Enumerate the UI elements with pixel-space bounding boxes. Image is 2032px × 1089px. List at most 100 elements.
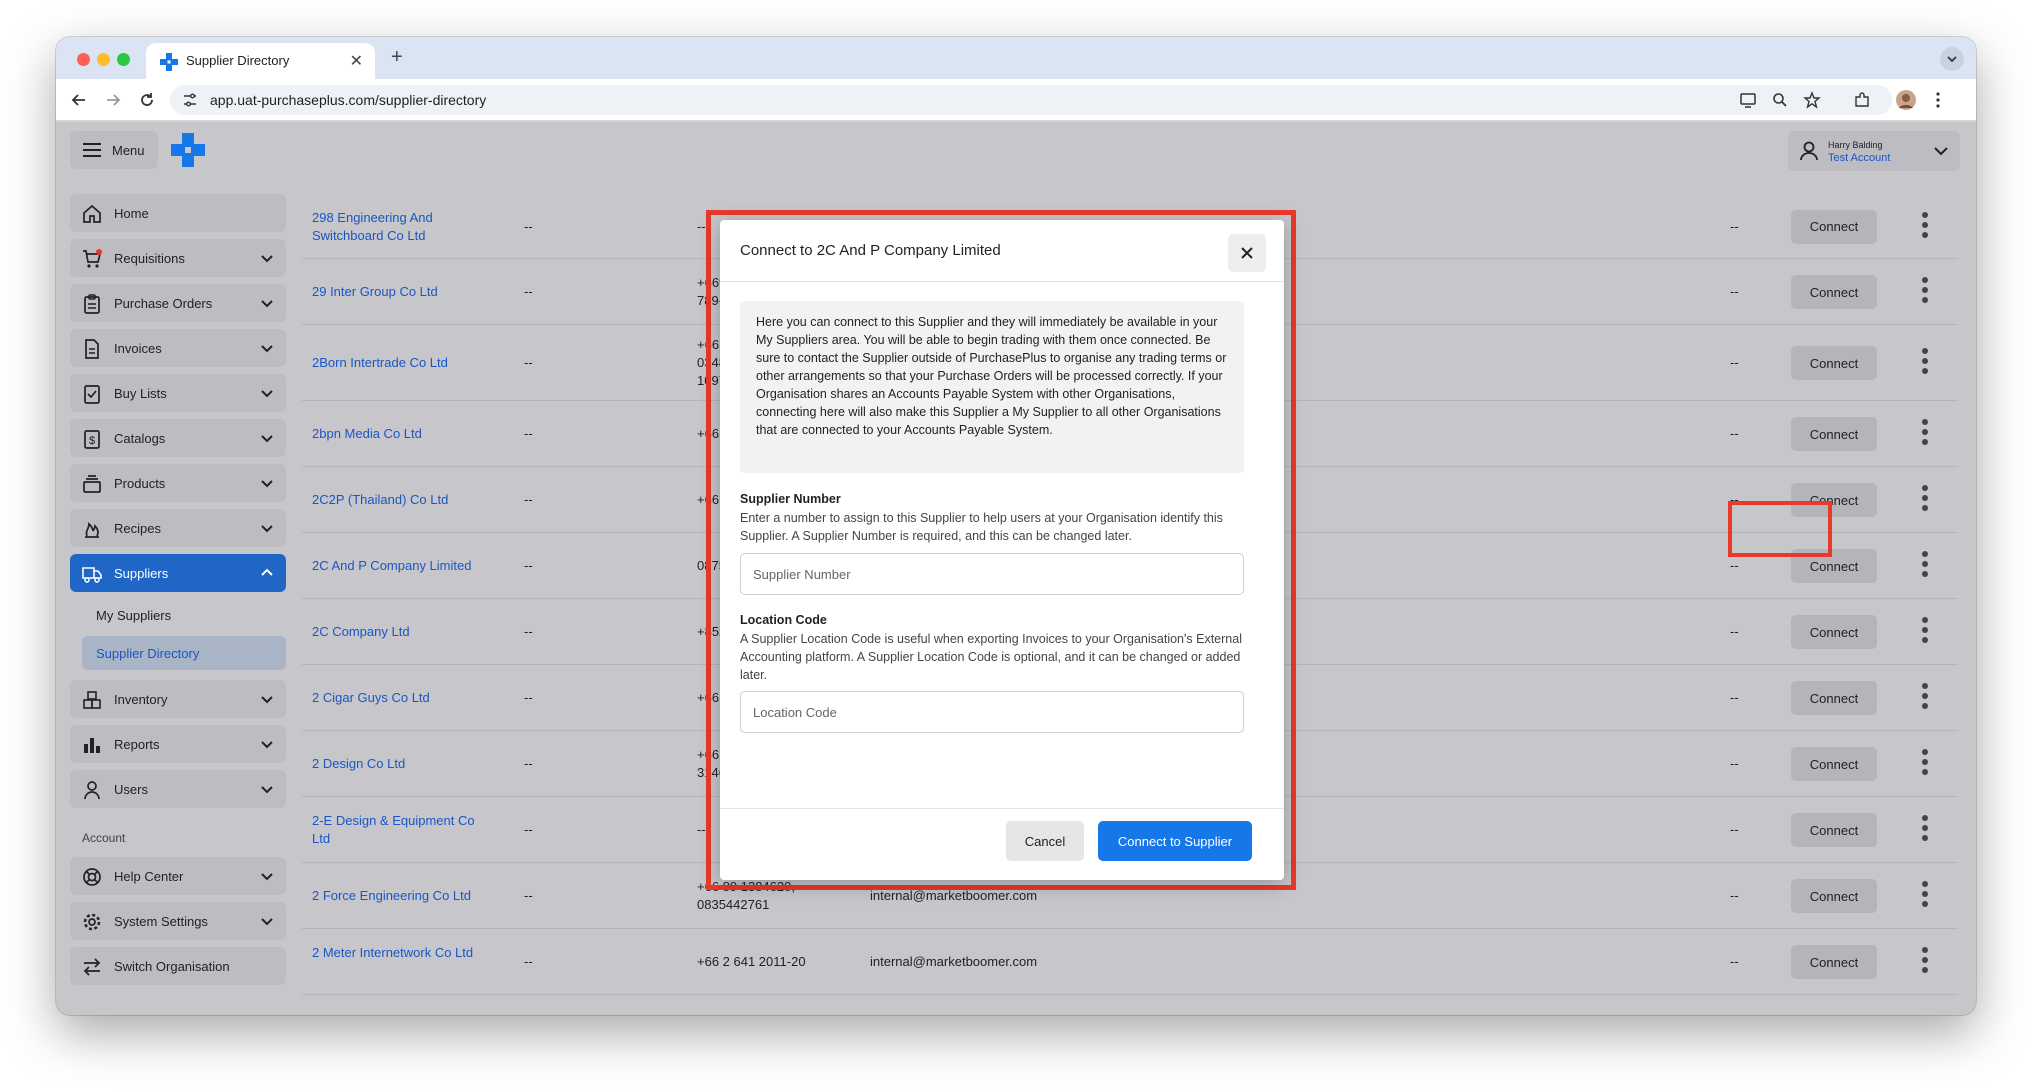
sidebar-item-purchase-orders[interactable]: Purchase Orders xyxy=(70,284,286,322)
sidebar-item-help-center[interactable]: Help Center xyxy=(70,857,286,895)
supplier-name-link[interactable]: 2C2P (Thailand) Co Ltd xyxy=(312,491,492,509)
row-actions-icon[interactable] xyxy=(1920,683,1930,713)
row-actions-icon[interactable] xyxy=(1920,947,1930,977)
supplier-name-link[interactable]: 2 Cigar Guys Co Ltd xyxy=(312,689,492,707)
sidebar-item-recipes[interactable]: Recipes xyxy=(70,509,286,547)
tab-search-button[interactable] xyxy=(1940,47,1964,71)
connect-button[interactable]: Connect xyxy=(1791,681,1877,715)
row-actions-icon[interactable] xyxy=(1920,551,1930,581)
row-actions-icon[interactable] xyxy=(1920,485,1930,515)
sidebar-subitem-supplier-directory[interactable]: Supplier Directory xyxy=(82,636,286,670)
sidebar-item-home[interactable]: Home xyxy=(70,194,286,232)
supplier-name-link[interactable]: 298 Engineering And Switchboard Co Ltd xyxy=(312,209,492,245)
extensions-button[interactable] xyxy=(1852,90,1872,110)
supplier-name-link[interactable]: 2bpn Media Co Ltd xyxy=(312,425,492,443)
close-dialog-button[interactable] xyxy=(1228,234,1266,272)
sidebar-item-buy-lists[interactable]: Buy Lists xyxy=(70,374,286,412)
close-tab-icon[interactable]: ✕ xyxy=(350,51,363,71)
supplier-status-cell: -- xyxy=(1730,954,1739,969)
forward-button[interactable] xyxy=(102,89,124,111)
puzzle-icon xyxy=(1855,92,1869,107)
sidebar-item-suppliers[interactable]: Suppliers xyxy=(70,554,286,592)
connect-info-text: Here you can connect to this Supplier an… xyxy=(740,301,1244,473)
switch-icon xyxy=(83,958,101,976)
supplier-name-link[interactable]: 2C Company Ltd xyxy=(312,623,492,641)
row-actions-icon[interactable] xyxy=(1920,749,1930,779)
maximize-window-button[interactable] xyxy=(117,53,130,66)
connect-button[interactable]: Connect xyxy=(1791,417,1877,451)
row-actions-icon[interactable] xyxy=(1920,348,1930,378)
document-icon xyxy=(85,339,99,359)
back-button[interactable] xyxy=(68,89,90,111)
address-bar[interactable]: app.uat-purchaseplus.com/supplier-direct… xyxy=(170,85,1892,115)
zoom-button[interactable] xyxy=(1770,90,1790,110)
sidebar-item-requisitions[interactable]: Requisitions xyxy=(70,239,286,277)
chevron-down-icon xyxy=(261,741,273,749)
connect-button[interactable]: Connect xyxy=(1791,879,1877,913)
sidebar-item-label: Switch Organisation xyxy=(114,959,230,974)
connect-button[interactable]: Connect xyxy=(1791,813,1877,847)
bookmark-button[interactable] xyxy=(1802,90,1822,110)
browser-menu-button[interactable] xyxy=(1928,90,1948,110)
close-window-button[interactable] xyxy=(77,53,90,66)
connect-button[interactable]: Connect xyxy=(1791,747,1877,781)
connect-button[interactable]: Connect xyxy=(1791,275,1877,309)
supplier-name-link[interactable]: 2 Force Engineering Co Ltd xyxy=(312,887,492,905)
connect-button[interactable]: Connect xyxy=(1791,945,1877,979)
supplier-number-input[interactable] xyxy=(740,553,1244,595)
sidebar-item-products[interactable]: Products xyxy=(70,464,286,502)
tab-bar: Supplier Directory ✕ + xyxy=(56,37,1976,79)
cart-icon xyxy=(83,249,102,268)
flame-icon xyxy=(85,521,99,538)
supplier-status-cell: -- xyxy=(1730,822,1739,837)
sidebar-item-catalogs[interactable]: $ Catalogs xyxy=(70,419,286,457)
new-tab-button[interactable]: + xyxy=(391,46,403,69)
app-header: Menu Harry Balding Test Account xyxy=(56,122,1976,180)
site-info-icon[interactable] xyxy=(182,92,198,108)
supplier-status-cell: -- xyxy=(1730,888,1739,903)
sidebar-item-reports[interactable]: Reports xyxy=(70,725,286,763)
sidebar-item-switch-organisation[interactable]: Switch Organisation xyxy=(70,947,286,985)
location-code-input[interactable] xyxy=(740,691,1244,733)
chevron-down-icon xyxy=(261,255,273,263)
connect-button[interactable]: Connect xyxy=(1791,209,1877,244)
user-menu-button[interactable]: Harry Balding Test Account xyxy=(1788,131,1960,171)
cancel-button[interactable]: Cancel xyxy=(1006,821,1084,861)
sidebar-item-users[interactable]: Users xyxy=(70,770,286,808)
chevron-down-icon xyxy=(261,918,273,926)
supplier-name-link[interactable]: 2-E Design & Equipment Co Ltd xyxy=(312,812,492,848)
row-actions-icon[interactable] xyxy=(1920,881,1930,911)
supplier-name-link[interactable]: 2C And P Company Limited xyxy=(312,557,492,575)
sidebar-item-label: Requisitions xyxy=(114,251,185,266)
favicon-icon xyxy=(160,53,178,71)
arrow-right-icon xyxy=(107,94,121,106)
browser-tab[interactable]: Supplier Directory ✕ xyxy=(146,43,375,79)
purchaseplus-logo-icon[interactable] xyxy=(170,132,206,168)
reload-button[interactable] xyxy=(136,89,158,111)
sidebar-item-label: Inventory xyxy=(114,692,168,707)
supplier-name-link[interactable]: 29 Inter Group Co Ltd xyxy=(312,283,492,301)
sidebar-item-system-settings[interactable]: System Settings xyxy=(70,902,286,940)
connect-to-supplier-button[interactable]: Connect to Supplier xyxy=(1098,821,1252,861)
sidebar-subitem-my-suppliers[interactable]: My Suppliers xyxy=(70,598,286,632)
chevron-down-icon xyxy=(261,390,273,398)
supplier-name-link[interactable]: 2Born Intertrade Co Ltd xyxy=(312,354,492,372)
row-actions-icon[interactable] xyxy=(1920,617,1930,647)
connect-button[interactable]: Connect xyxy=(1791,615,1877,649)
sidebar-item-inventory[interactable]: Inventory xyxy=(70,680,286,718)
sidebar-item-invoices[interactable]: Invoices xyxy=(70,329,286,367)
row-actions-icon[interactable] xyxy=(1920,815,1930,845)
dollar-doc-icon: $ xyxy=(84,430,100,449)
install-app-button[interactable] xyxy=(1738,90,1758,110)
connect-button[interactable]: Connect xyxy=(1791,346,1877,380)
row-actions-icon[interactable] xyxy=(1920,277,1930,307)
row-actions-icon[interactable] xyxy=(1920,419,1930,449)
menu-button[interactable]: Menu xyxy=(70,131,158,169)
supplier-number-cell: -- xyxy=(524,426,533,441)
supplier-name-link[interactable]: 2 Meter Internetwork Co Ltd xyxy=(312,944,492,962)
supplier-number-cell: -- xyxy=(524,690,533,705)
minimize-window-button[interactable] xyxy=(97,53,110,66)
row-actions-icon[interactable] xyxy=(1920,211,1930,242)
profile-button[interactable] xyxy=(1896,90,1916,110)
supplier-name-link[interactable]: 2 Design Co Ltd xyxy=(312,755,492,773)
